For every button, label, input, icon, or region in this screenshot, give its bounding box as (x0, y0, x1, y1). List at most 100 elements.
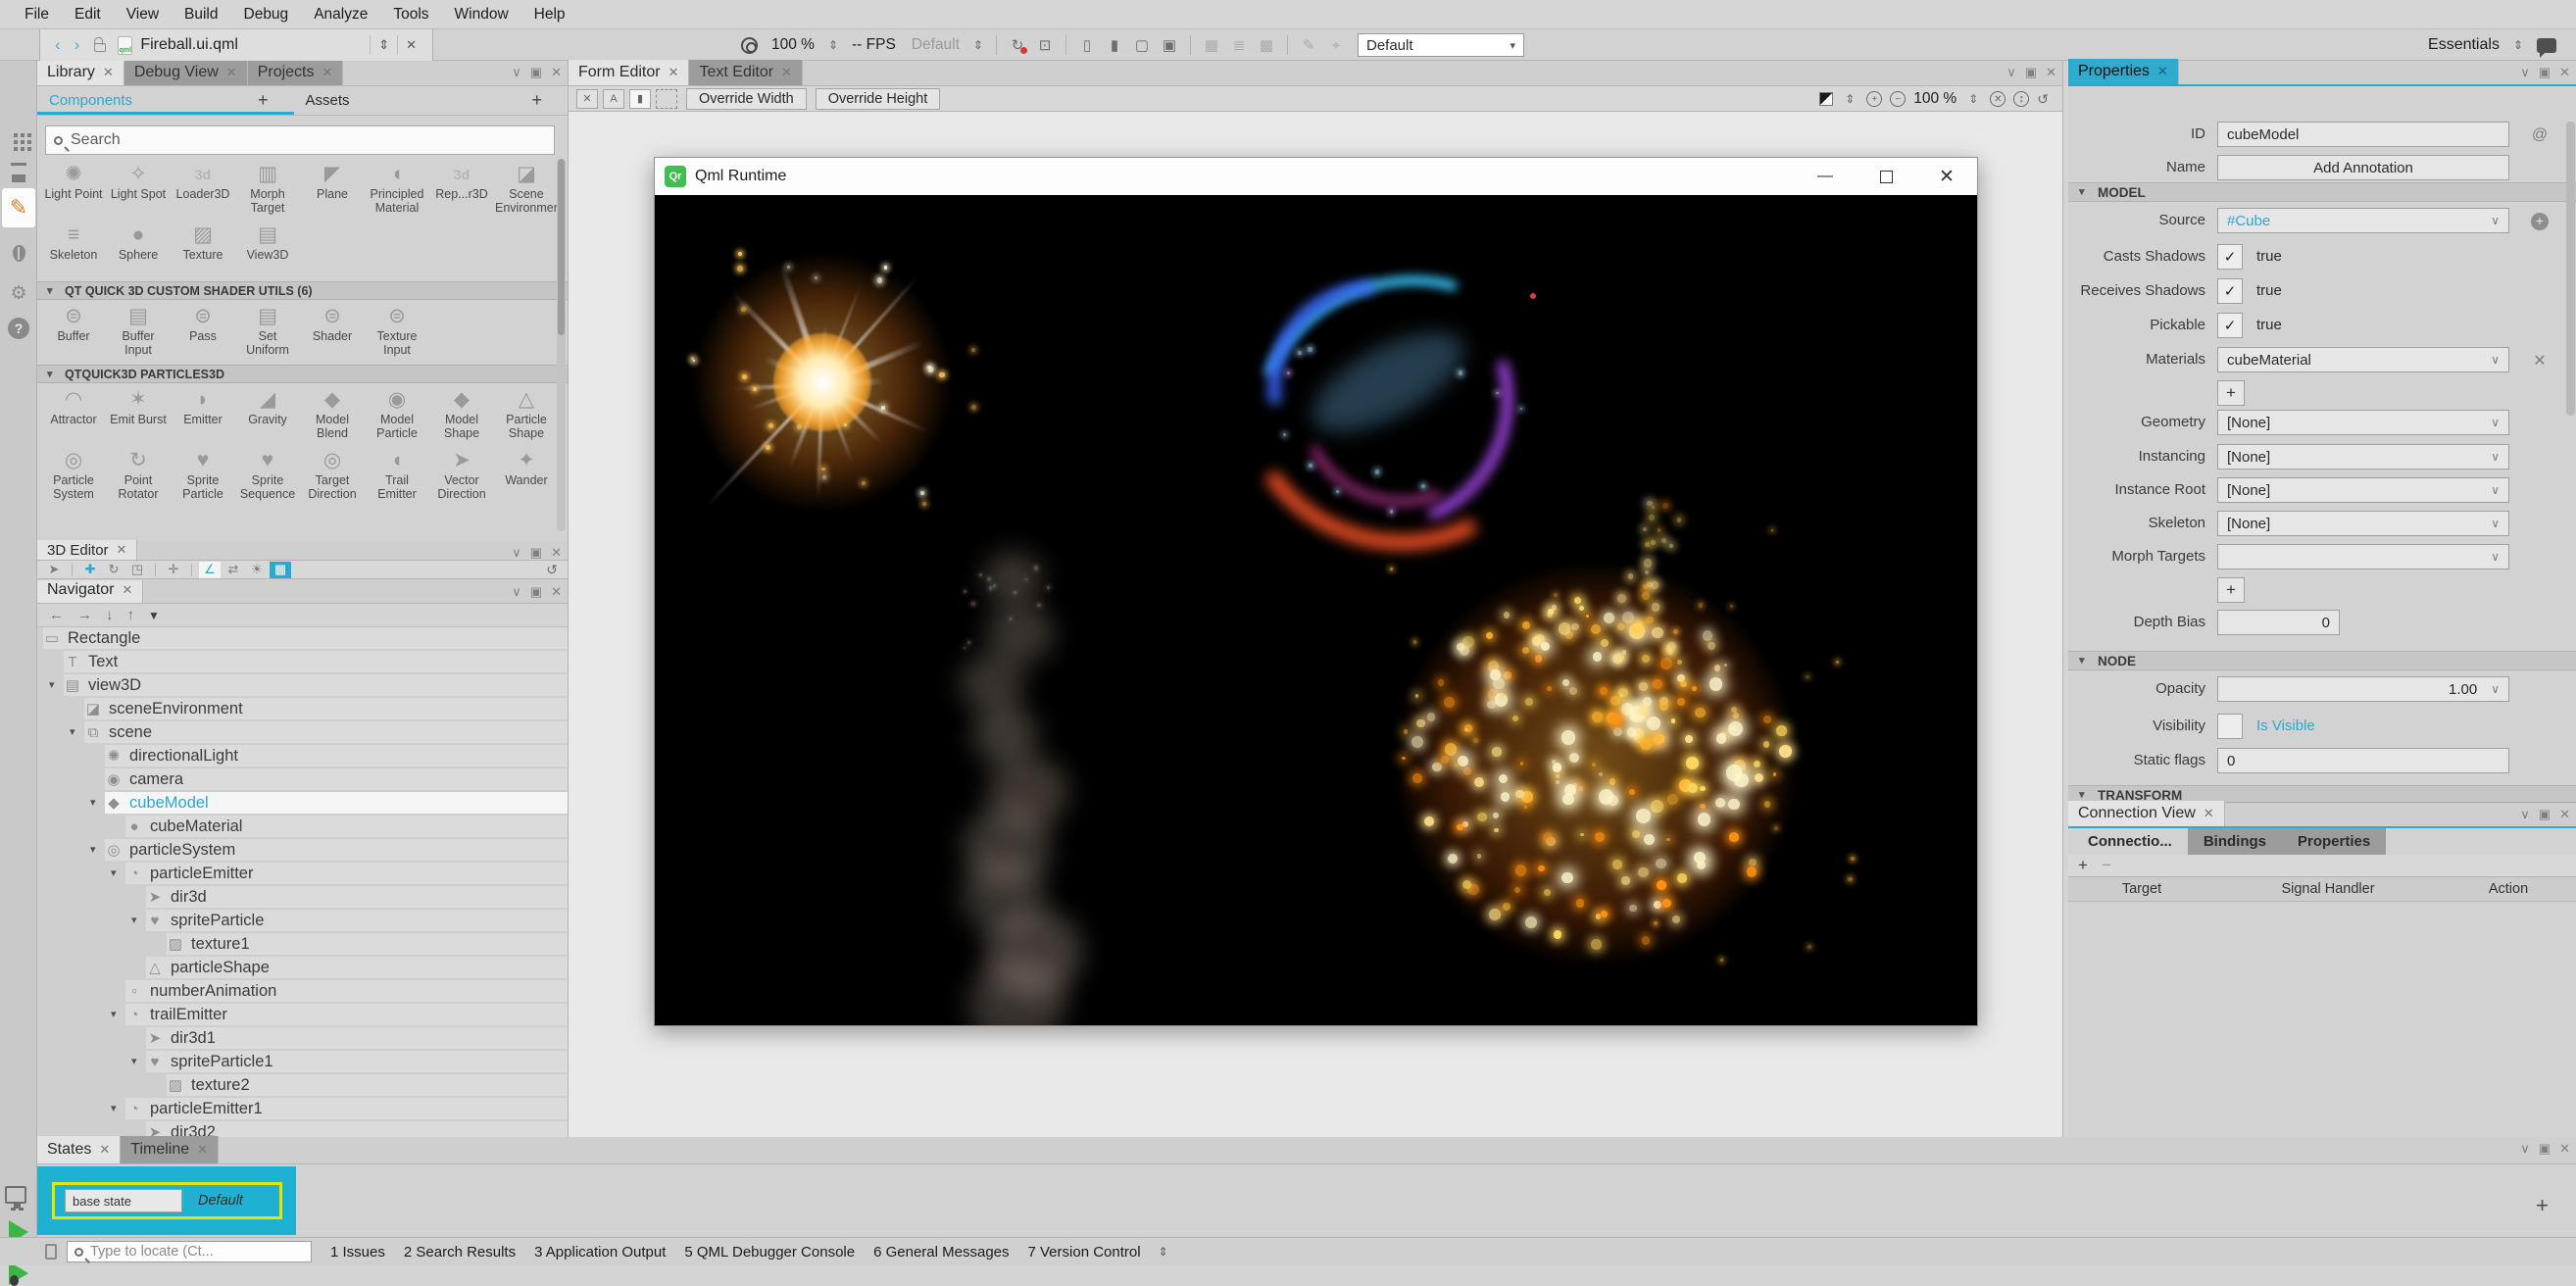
morph-targets-combobox[interactable]: ∨ (2217, 544, 2509, 569)
local-orientation-icon[interactable]: ∠ (199, 562, 221, 578)
close-icon[interactable]: ✕ (197, 1142, 208, 1158)
connection-subtab-bindings[interactable]: Bindings (2188, 828, 2282, 855)
panel-menu-icon[interactable]: ∨ (512, 66, 521, 78)
receives-shadows-checkbox[interactable]: ✓ (2217, 278, 2243, 304)
tab-text-editor[interactable]: Text Editor✕ (689, 60, 803, 85)
tree-item-particleEmitter[interactable]: ◔particleEmitter▾ (37, 863, 569, 886)
welcome-mode-icon[interactable] (8, 127, 29, 149)
expander-icon[interactable]: ▾ (111, 866, 117, 879)
library-component-particle-system[interactable]: ◎Particle System (41, 445, 106, 506)
panel-menu-icon[interactable]: ∨ (2520, 1142, 2530, 1155)
rotate-tool-icon[interactable]: ↻ (103, 562, 124, 578)
subtab-components[interactable]: Components+ (37, 86, 294, 115)
menu-item-view[interactable]: View (114, 0, 172, 29)
restart-emulator-icon[interactable]: ↻ (1006, 34, 1029, 56)
canvas-background-toggle-icon[interactable] (1819, 92, 1833, 106)
undock-icon[interactable]: ▣ (2539, 1142, 2551, 1155)
filter-icon[interactable]: ▼ (148, 609, 160, 622)
add-annotation-button[interactable]: Add Annotation (2217, 155, 2509, 180)
zoom-out-icon[interactable]: − (1890, 91, 1906, 107)
menu-item-window[interactable]: Window (442, 0, 521, 29)
remove-material-icon[interactable]: ✕ (2529, 350, 2551, 371)
connection-subtab-connectio-[interactable]: Connectio... (2072, 828, 2188, 855)
annotation-bubble-icon[interactable] (2537, 38, 2556, 53)
help-mode-icon[interactable]: ? (8, 318, 29, 339)
tree-item-dir3d2[interactable]: ➤dir3d2 (37, 1121, 569, 1137)
library-component-pass[interactable]: ⊜Pass (171, 301, 235, 362)
close-panel-icon[interactable]: ✕ (551, 585, 562, 598)
move-tool-icon[interactable]: ✚ (79, 562, 101, 578)
close-icon[interactable]: ✕ (117, 542, 127, 558)
close-icon[interactable]: ✕ (669, 65, 679, 80)
panel-menu-icon[interactable]: ∨ (512, 546, 521, 559)
panel-menu-icon[interactable]: ∨ (2520, 66, 2530, 78)
library-component-scene-environment[interactable]: ◪Scene Environment (494, 159, 559, 220)
move-left-icon[interactable]: ← (49, 607, 64, 623)
document-switch-icon[interactable]: ⇕ (370, 35, 397, 55)
close-panel-icon[interactable]: ✕ (2046, 66, 2056, 78)
expander-icon[interactable]: ▾ (90, 796, 96, 809)
add-connection-icon[interactable]: + (2078, 856, 2088, 875)
library-component-sphere[interactable]: ●Sphere (106, 220, 171, 280)
library-component-emit-burst[interactable]: ✶Emit Burst (106, 384, 171, 445)
library-component-emitter[interactable]: ◗Emitter (171, 384, 235, 445)
minimize-button[interactable]: — (1795, 158, 1856, 195)
forward-icon[interactable]: › (68, 35, 87, 55)
device-portrait-filled-icon[interactable]: ▮ (1103, 34, 1126, 56)
tree-item-Text[interactable]: TText (37, 651, 569, 674)
library-component-wander[interactable]: ✦Wander (494, 445, 559, 506)
output-pane-button-2[interactable]: 2 Search Results (404, 1244, 516, 1261)
output-pane-button-1[interactable]: 1 Issues (330, 1244, 385, 1261)
library-component-trail-emitter[interactable]: ◖Trail Emitter (365, 445, 429, 506)
pickable-checkbox[interactable]: ✓ (2217, 313, 2243, 338)
device-portrait-icon[interactable]: ▯ (1075, 34, 1099, 56)
library-component-model-shape[interactable]: ◆Model Shape (429, 384, 494, 445)
close-panel-icon[interactable]: ✕ (2559, 66, 2570, 78)
tab-states[interactable]: States✕ (37, 1136, 121, 1163)
output-pane-button-5[interactable]: 5 QML Debugger Console (684, 1244, 855, 1261)
menu-item-analyze[interactable]: Analyze (301, 0, 380, 29)
menu-item-debug[interactable]: Debug (231, 0, 302, 29)
library-component-view3d[interactable]: ▤View3D (235, 220, 300, 280)
tree-item-scene[interactable]: ⧉scene▾ (37, 721, 569, 745)
menu-item-tools[interactable]: Tools (380, 0, 441, 29)
zoom-selection-icon[interactable]: ✕ (1990, 91, 2006, 107)
base-state-item[interactable]: base state Default (52, 1182, 282, 1219)
document-close-icon[interactable]: ✕ (397, 35, 424, 55)
opacity-field[interactable]: 1.00∨ (2217, 676, 2509, 702)
close-icon[interactable]: ✕ (781, 65, 792, 80)
library-component-buffer[interactable]: ⊜Buffer (41, 301, 106, 362)
close-panel-icon[interactable]: ✕ (2559, 808, 2570, 820)
library-component-set-uniform[interactable]: ▤Set Uniform (235, 301, 300, 362)
static-flags-field[interactable]: 0 (2217, 748, 2509, 773)
snap-parent-icon[interactable]: ▮ (629, 89, 651, 109)
library-section-header[interactable]: QTQUICK3D PARTICLES3D (37, 365, 569, 383)
source-combobox[interactable]: #Cube∨ (2217, 208, 2509, 233)
global-orientation-icon[interactable]: ⇄ (223, 562, 244, 578)
library-component-rep-r3d[interactable]: 3dRep...r3D (429, 159, 494, 220)
tree-item-trailEmitter[interactable]: ◔trailEmitter▾ (37, 1004, 569, 1027)
library-scrollbar[interactable] (557, 159, 566, 531)
expander-icon[interactable]: ▾ (90, 843, 96, 856)
skeleton-combobox[interactable]: [None]∨ (2217, 511, 2509, 536)
tree-item-dir3d[interactable]: ➤dir3d (37, 886, 569, 910)
add-module-icon[interactable]: + (258, 90, 282, 111)
library-component-light-spot[interactable]: ✧Light Spot (106, 159, 171, 220)
workspace-name[interactable]: Essentials (2428, 36, 2500, 54)
override-height-button[interactable]: Override Height (816, 88, 941, 110)
tree-item-particleShape[interactable]: △particleShape (37, 957, 569, 980)
expander-icon[interactable]: ▾ (131, 1055, 137, 1067)
undock-icon[interactable]: ▣ (2025, 66, 2037, 78)
background-stepper[interactable]: ⇕ (1841, 92, 1858, 106)
library-component-light-point[interactable]: ✺Light Point (41, 159, 106, 220)
expander-icon[interactable]: ▾ (49, 678, 55, 691)
library-component-sprite-sequence[interactable]: ♥Sprite Sequence (235, 445, 300, 506)
library-component-plane[interactable]: ◤Plane (300, 159, 365, 220)
outline-filled-icon[interactable]: ▣ (1158, 34, 1181, 56)
tab-properties[interactable]: Properties✕ (2068, 59, 2179, 84)
undock-icon[interactable]: ▣ (530, 585, 542, 598)
tab-projects[interactable]: Projects✕ (248, 61, 344, 85)
maximize-button[interactable] (1856, 158, 1916, 195)
library-component-attractor[interactable]: ◠Attractor (41, 384, 106, 445)
tree-item-Rectangle[interactable]: ▭Rectangle (37, 627, 569, 651)
